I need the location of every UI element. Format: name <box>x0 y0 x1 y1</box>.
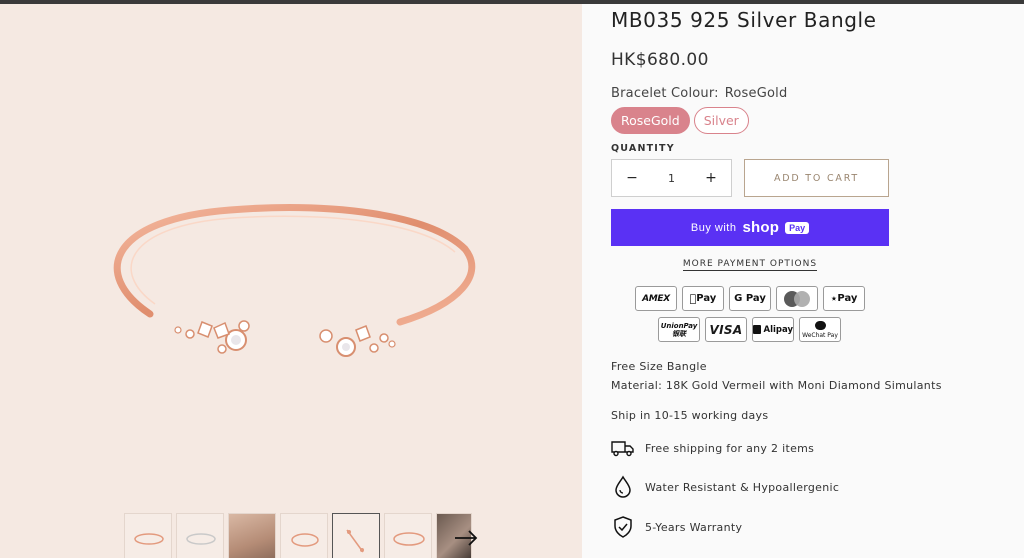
product-title: MB035 925 Silver Bangle <box>611 8 877 32</box>
feature-warranty: 5-Years Warranty <box>611 515 742 539</box>
google-pay-icon: G Pay <box>729 286 771 311</box>
water-drop-icon <box>615 475 631 498</box>
add-to-cart-button[interactable]: ADD TO CART <box>744 159 889 197</box>
feature-text: Free shipping for any 2 items <box>645 441 815 455</box>
alipay-icon: Alipay <box>752 317 794 342</box>
wechat-pay-text: WeChat Pay <box>802 331 838 339</box>
alipay-text: Alipay <box>763 324 793 335</box>
opay-icon: ⋆ Pay <box>823 286 865 311</box>
feature-text: 5-Years Warranty <box>645 520 743 534</box>
wechat-logo-icon <box>814 320 826 330</box>
description-line-1: Free Size Bangle <box>611 360 707 373</box>
apple-logo-icon:  <box>690 292 697 305</box>
thumbnail-strip <box>124 513 472 558</box>
thumbnail-3[interactable] <box>228 513 276 558</box>
description-line-2: Material: 18K Gold Vermeil with Moni Dia… <box>611 379 942 392</box>
more-payment-options-link[interactable]: MORE PAYMENT OPTIONS <box>682 259 818 271</box>
product-price: HK$680.00 <box>611 50 709 70</box>
thumbnail-5[interactable] <box>332 513 380 558</box>
variant-label-text: Bracelet Colour: <box>611 86 719 101</box>
variant-label: Bracelet Colour: RoseGold <box>611 86 787 101</box>
stone-cluster-right <box>319 325 396 357</box>
unionpay-text: UnionPay <box>660 321 698 330</box>
apple-pay-icon: Pay <box>682 286 724 311</box>
alipay-logo-icon <box>753 325 762 334</box>
truck-icon <box>611 441 634 457</box>
variant-swatches: RoseGold Silver <box>611 107 749 134</box>
thumbnail-4[interactable] <box>280 513 328 558</box>
feature-water-resistant: Water Resistant & Hypoallergenic <box>611 475 839 499</box>
quantity-decrease-button[interactable]: − <box>612 160 652 196</box>
visa-icon: VISA <box>705 317 747 342</box>
thumbnail-6[interactable] <box>384 513 432 558</box>
unionpay-icon: UnionPay 银联 <box>658 317 700 342</box>
stone-cluster-left <box>174 320 250 354</box>
payment-icons-row-2: UnionPay 银联 VISA Alipay WeChat Pay <box>658 317 841 342</box>
shop-pay-brand: shop <box>742 219 780 236</box>
thumbnail-2[interactable] <box>176 513 224 558</box>
feature-free-shipping: Free shipping for any 2 items <box>611 436 814 460</box>
next-arrow-icon[interactable] <box>452 524 480 552</box>
shipping-time: Ship in 10-15 working days <box>611 409 769 422</box>
thumbnail-1[interactable] <box>124 513 172 558</box>
amex-icon: AMEX <box>635 286 677 311</box>
shop-pay-prefix: Buy with <box>690 221 737 234</box>
quantity-increase-button[interactable]: + <box>691 160 731 196</box>
shop-pay-tag: Pay <box>785 221 810 234</box>
mastercard-icon <box>776 286 818 311</box>
product-gallery <box>0 4 582 558</box>
quantity-label: QUANTITY <box>611 143 675 154</box>
swatch-rosegold[interactable]: RoseGold <box>611 107 690 134</box>
variant-selected-value: RoseGold <box>724 86 788 101</box>
quantity-input[interactable] <box>652 171 691 185</box>
wechat-pay-icon: WeChat Pay <box>799 317 841 342</box>
feature-text: Water Resistant & Hypoallergenic <box>645 480 840 494</box>
opay-mark-icon: ⋆ <box>830 292 838 305</box>
swatch-silver[interactable]: Silver <box>693 107 749 134</box>
quantity-stepper: − + <box>611 159 732 197</box>
shop-pay-button[interactable]: Buy with shop Pay <box>611 209 889 246</box>
apple-pay-text: Pay <box>692 293 716 304</box>
unionpay-cn-text: 银联 <box>672 329 686 338</box>
product-image[interactable] <box>0 4 582 504</box>
opay-text: Pay <box>837 293 858 304</box>
shield-check-icon <box>614 516 632 538</box>
more-payment-options: MORE PAYMENT OPTIONS <box>611 259 889 271</box>
payment-icons-row-1: AMEX Pay G Pay ⋆Pay <box>635 286 865 311</box>
